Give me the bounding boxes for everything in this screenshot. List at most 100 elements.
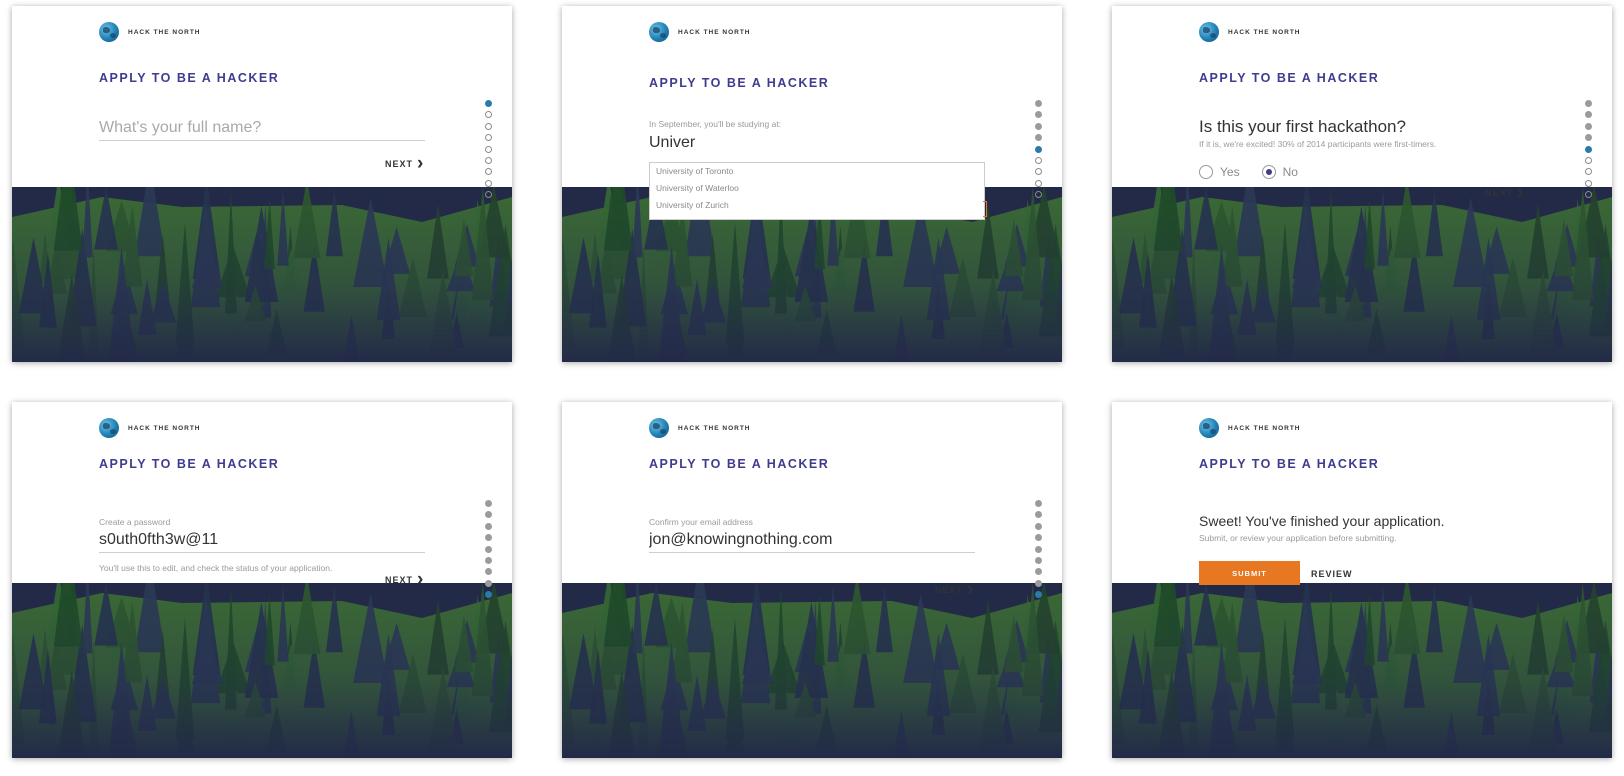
forest-illustration	[12, 187, 512, 362]
progress-dot	[1035, 568, 1042, 576]
forest-illustration	[562, 583, 1062, 758]
brand-name: HACK THE NORTH	[1228, 28, 1301, 36]
progress-dot	[1035, 556, 1042, 564]
progress-dot	[485, 156, 492, 164]
progress-dot	[485, 191, 492, 199]
progress-dots	[1585, 100, 1593, 203]
progress-dot	[1035, 545, 1042, 553]
hackathon-question: Is this your first hackathon?	[1199, 117, 1406, 136]
brand-name: HACK THE NORTH	[128, 28, 201, 36]
finish-hint: Submit, or review your application befor…	[1199, 533, 1397, 543]
progress-dot	[485, 134, 492, 142]
next-label: NEXT	[385, 159, 414, 169]
progress-dot	[1035, 145, 1042, 153]
suggestion-item[interactable]: University of Toronto	[650, 163, 984, 180]
submit-button[interactable]: SUBMIT	[1199, 561, 1300, 585]
progress-dot	[1035, 122, 1042, 130]
progress-dot	[1035, 591, 1042, 599]
progress-dot	[1035, 191, 1042, 199]
chevron-right-icon: ›	[1517, 182, 1525, 203]
globe-icon	[1199, 418, 1219, 438]
radio-no-label: No	[1282, 165, 1298, 179]
progress-dot	[485, 568, 492, 576]
full-name-input[interactable]	[99, 119, 425, 141]
card-finish: HACK THE NORTH APPLY TO BE A HACKER Swee…	[1112, 402, 1612, 758]
card-school: HACK THE NORTH APPLY TO BE A HACKER In S…	[562, 6, 1062, 362]
globe-icon	[649, 418, 669, 438]
radio-group: Yes No	[1199, 165, 1320, 179]
next-button[interactable]: NEXT ›	[385, 569, 425, 590]
progress-dot	[485, 111, 492, 119]
suggestion-item[interactable]: University of Zurich	[650, 197, 984, 214]
progress-dot	[485, 500, 492, 507]
progress-dot	[485, 556, 492, 564]
school-label: In September, you'll be studying at:	[649, 119, 782, 129]
chevron-right-icon: ›	[417, 569, 425, 590]
progress-dots	[485, 500, 493, 603]
progress-dot	[485, 591, 492, 599]
next-label: NEXT	[935, 585, 964, 595]
progress-dot	[1585, 111, 1592, 119]
progress-dot	[1585, 179, 1592, 187]
progress-dot	[1035, 511, 1042, 519]
progress-dot	[1585, 100, 1592, 107]
progress-dot	[1585, 145, 1592, 153]
progress-dots	[1035, 500, 1043, 603]
forest-illustration	[12, 583, 512, 758]
hidden-next-edge	[983, 201, 987, 217]
card-full-name: HACK THE NORTH APPLY TO BE A HACKER NEXT…	[12, 6, 512, 362]
next-label: NEXT	[1485, 188, 1514, 198]
next-button[interactable]: NEXT ›	[1485, 182, 1525, 203]
progress-dot	[1035, 156, 1042, 164]
progress-dot	[485, 168, 492, 176]
globe-icon	[1199, 22, 1219, 42]
progress-dot	[485, 579, 492, 587]
school-suggestions: University of Toronto University of Wate…	[649, 162, 985, 220]
progress-dot	[1035, 534, 1042, 542]
progress-dot	[1585, 168, 1592, 176]
progress-dot	[485, 100, 492, 107]
progress-dot	[1035, 134, 1042, 142]
progress-dot	[1035, 168, 1042, 176]
hackathon-hint: If it is, we're excited! 30% of 2014 par…	[1199, 139, 1437, 149]
password-label: Create a password	[99, 517, 171, 527]
progress-dot	[1585, 134, 1592, 142]
brand-name: HACK THE NORTH	[128, 424, 201, 432]
school-input[interactable]	[649, 134, 709, 155]
page-title: APPLY TO BE A HACKER	[1199, 457, 1380, 471]
logo: HACK THE NORTH	[649, 418, 751, 438]
progress-dot	[485, 522, 492, 530]
page-title: APPLY TO BE A HACKER	[1199, 71, 1380, 85]
next-label: NEXT	[385, 575, 414, 585]
progress-dot	[1585, 191, 1592, 199]
chevron-right-icon: ›	[967, 579, 975, 600]
progress-dot	[485, 122, 492, 130]
review-button[interactable]: REVIEW	[1311, 569, 1353, 579]
suggestion-item[interactable]: University of Waterloo	[650, 180, 984, 197]
progress-dot	[1035, 522, 1042, 530]
progress-dot	[485, 545, 492, 553]
progress-dot	[1585, 156, 1592, 164]
progress-dot	[1035, 500, 1042, 507]
progress-dots	[1035, 100, 1043, 203]
radio-yes[interactable]	[1199, 165, 1213, 179]
progress-dot	[485, 145, 492, 153]
password-hint: You'll use this to edit, and check the s…	[99, 563, 333, 573]
logo: HACK THE NORTH	[99, 22, 201, 42]
next-button[interactable]: NEXT ›	[935, 579, 975, 600]
globe-icon	[99, 22, 119, 42]
forest-illustration	[1112, 187, 1612, 362]
next-button[interactable]: NEXT ›	[385, 154, 424, 173]
password-input[interactable]	[99, 531, 425, 553]
progress-dot	[1035, 100, 1042, 107]
email-label: Confirm your email address	[649, 517, 753, 527]
brand-name: HACK THE NORTH	[678, 424, 751, 432]
progress-dot	[1035, 179, 1042, 187]
brand-name: HACK THE NORTH	[678, 28, 751, 36]
brand-name: HACK THE NORTH	[1228, 424, 1301, 432]
email-input[interactable]	[649, 531, 975, 553]
page-title: APPLY TO BE A HACKER	[649, 457, 830, 471]
progress-dot	[1035, 111, 1042, 119]
radio-no[interactable]	[1261, 165, 1276, 179]
logo: HACK THE NORTH	[99, 418, 201, 438]
